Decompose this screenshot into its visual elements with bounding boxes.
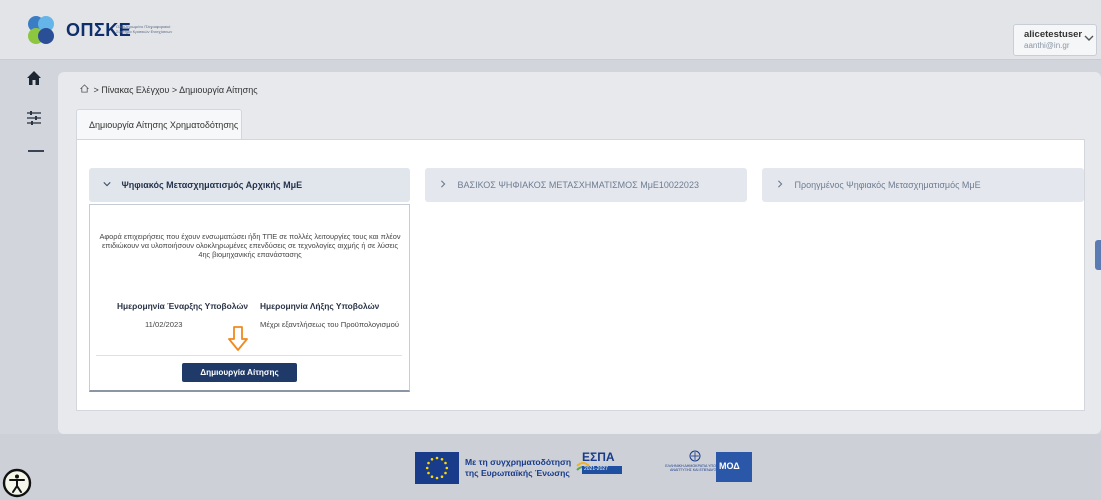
side-drawer-handle[interactable] — [1095, 240, 1101, 270]
breadcrumb: > Πίνακας Ελέγχου > Δημιουργία Αίτησης — [79, 84, 258, 95]
user-name: alicetestuser — [1024, 29, 1083, 40]
chevron-down-icon — [103, 180, 114, 190]
breadcrumb-separator: > — [93, 85, 99, 95]
logo-tagline: Ολοκληρωμένο Πληροφοριακό Σύστημα Κρατικ… — [116, 24, 173, 34]
tab-create-funding-application[interactable]: Δημιουργία Αίτησης Χρηματοδότησης — [76, 109, 242, 139]
logo-mark-icon — [28, 16, 54, 44]
eu-cofunding-text: Με τη συγχρηματοδότηση της Ευρωπαϊκής Έν… — [465, 457, 575, 479]
card-divider — [96, 355, 402, 356]
minus-icon[interactable] — [28, 150, 44, 152]
accordion-header-initial[interactable]: Ψηφιακός Μετασχηματισμός Αρχικής ΜμΕ — [89, 168, 410, 202]
mod-logo: ΜΟΔ — [716, 452, 752, 482]
accordion-title: Ψηφιακός Μετασχηματισμός Αρχικής ΜμΕ — [121, 180, 303, 190]
breadcrumb-home-icon[interactable] — [79, 84, 92, 95]
eu-text-line2: της Ευρωπαϊκής Ένωσης — [465, 468, 570, 478]
accessibility-icon[interactable] — [2, 468, 32, 500]
accordion-header-basic[interactable]: ΒΑΣΙΚΟΣ ΨΗΦΙΑΚΟΣ ΜΕΤΑΣΧΗΜΑΤΙΣΜΟΣ ΜμΕ1002… — [425, 168, 747, 202]
eu-flag-icon — [415, 452, 459, 484]
breadcrumb-item-create: Δημιουργία Αίτησης — [179, 85, 258, 95]
eu-text-line1: Με τη συγχρηματοδότηση — [465, 457, 572, 467]
create-application-button[interactable]: Δημιουργία Αίτησης — [182, 363, 297, 382]
breadcrumb-separator: > — [171, 85, 178, 95]
home-icon[interactable] — [26, 70, 42, 91]
chevron-right-icon — [776, 180, 787, 190]
program-description: Αφορά επιχειρήσεις που έχουν ενσωματώσει… — [99, 232, 401, 259]
user-email: aanthi@in.gr — [1024, 41, 1070, 50]
espa-word: ΕΣΠΑ — [582, 450, 615, 464]
start-date-label: Ημερομηνία Έναρξης Υποβολών — [117, 301, 249, 311]
accordion-title: ΒΑΣΙΚΟΣ ΨΗΦΙΑΚΟΣ ΜΕΤΑΣΧΗΜΑΤΙΣΜΟΣ ΜμΕ1002… — [457, 180, 699, 190]
espa-years: 2021-2027 — [582, 466, 622, 474]
top-bar: ΟΠΣΚΕ Ολοκληρωμένο Πληροφοριακό Σύστημα … — [0, 0, 1101, 60]
accordion-header-advanced[interactable]: Προηγμένος Ψηφιακός Μετασχηματισμός ΜμΕ — [762, 168, 1084, 202]
user-menu[interactable]: alicetestuser aanthi@in.gr — [1013, 24, 1097, 56]
chevron-right-icon — [439, 180, 450, 190]
opske-logo[interactable]: ΟΠΣΚΕ Ολοκληρωμένο Πληροφοριακό Σύστημα … — [22, 14, 182, 48]
chevron-down-icon — [1084, 33, 1094, 46]
start-date-value: 11/02/2023 — [145, 320, 183, 329]
accordion-title: Προηγμένος Ψηφιακός Μετασχηματισμός ΜμΕ — [794, 180, 981, 190]
end-date-value: Μέχρι εξαντλήσεως του Προϋπολογισμού — [260, 320, 399, 329]
arrow-down-icon — [228, 326, 248, 357]
breadcrumb-item-dashboard[interactable]: Πίνακας Ελέγχου — [101, 85, 169, 95]
end-date-label: Ημερομηνία Λήξης Υποβολών — [260, 301, 380, 311]
sliders-icon[interactable] — [26, 110, 42, 131]
